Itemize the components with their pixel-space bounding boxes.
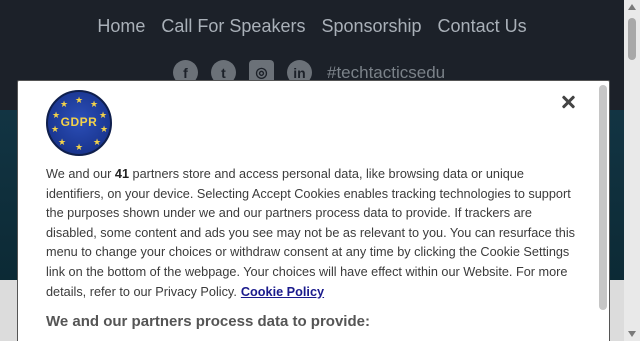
scroll-up-icon[interactable] — [628, 4, 636, 10]
cookie-policy-link[interactable]: Cookie Policy — [241, 285, 324, 299]
nav-contact-us[interactable]: Contact Us — [438, 16, 527, 37]
star-icon: ★ — [75, 142, 84, 152]
consent-description: We and our 41 partners store and access … — [46, 165, 576, 302]
star-icon: ★ — [60, 99, 69, 109]
partner-count: 41 — [114, 167, 130, 181]
page-scrollbar[interactable] — [624, 0, 640, 341]
gdpr-logo: GDPR ★ ★ ★ ★ ★ ★ ★ ★ ★ ★ — [46, 90, 112, 156]
scroll-down-icon[interactable] — [628, 331, 636, 337]
star-icon: ★ — [51, 124, 60, 134]
close-button[interactable] — [559, 93, 577, 111]
star-icon: ★ — [58, 137, 67, 147]
star-icon: ★ — [100, 124, 109, 134]
star-icon: ★ — [93, 137, 102, 147]
star-icon: ★ — [52, 110, 61, 120]
star-icon: ★ — [75, 95, 84, 105]
star-icon: ★ — [90, 99, 99, 109]
nav-sponsorship[interactable]: Sponsorship — [321, 16, 421, 37]
nav-call-for-speakers[interactable]: Call For Speakers — [161, 16, 305, 37]
nav-home[interactable]: Home — [97, 16, 145, 37]
scrollbar-thumb[interactable] — [628, 18, 636, 60]
consent-text-body: partners store and access personal data,… — [46, 167, 575, 299]
star-icon: ★ — [99, 110, 108, 120]
consent-text-lead: We and our — [46, 167, 112, 181]
purposes-heading: We and our partners process data to prov… — [46, 313, 370, 330]
cookie-consent-dialog: GDPR ★ ★ ★ ★ ★ ★ ★ ★ ★ ★ We and our 41 p… — [17, 80, 610, 341]
main-nav: Home Call For Speakers Sponsorship Conta… — [0, 16, 624, 37]
dialog-scrollbar[interactable] — [599, 85, 607, 310]
